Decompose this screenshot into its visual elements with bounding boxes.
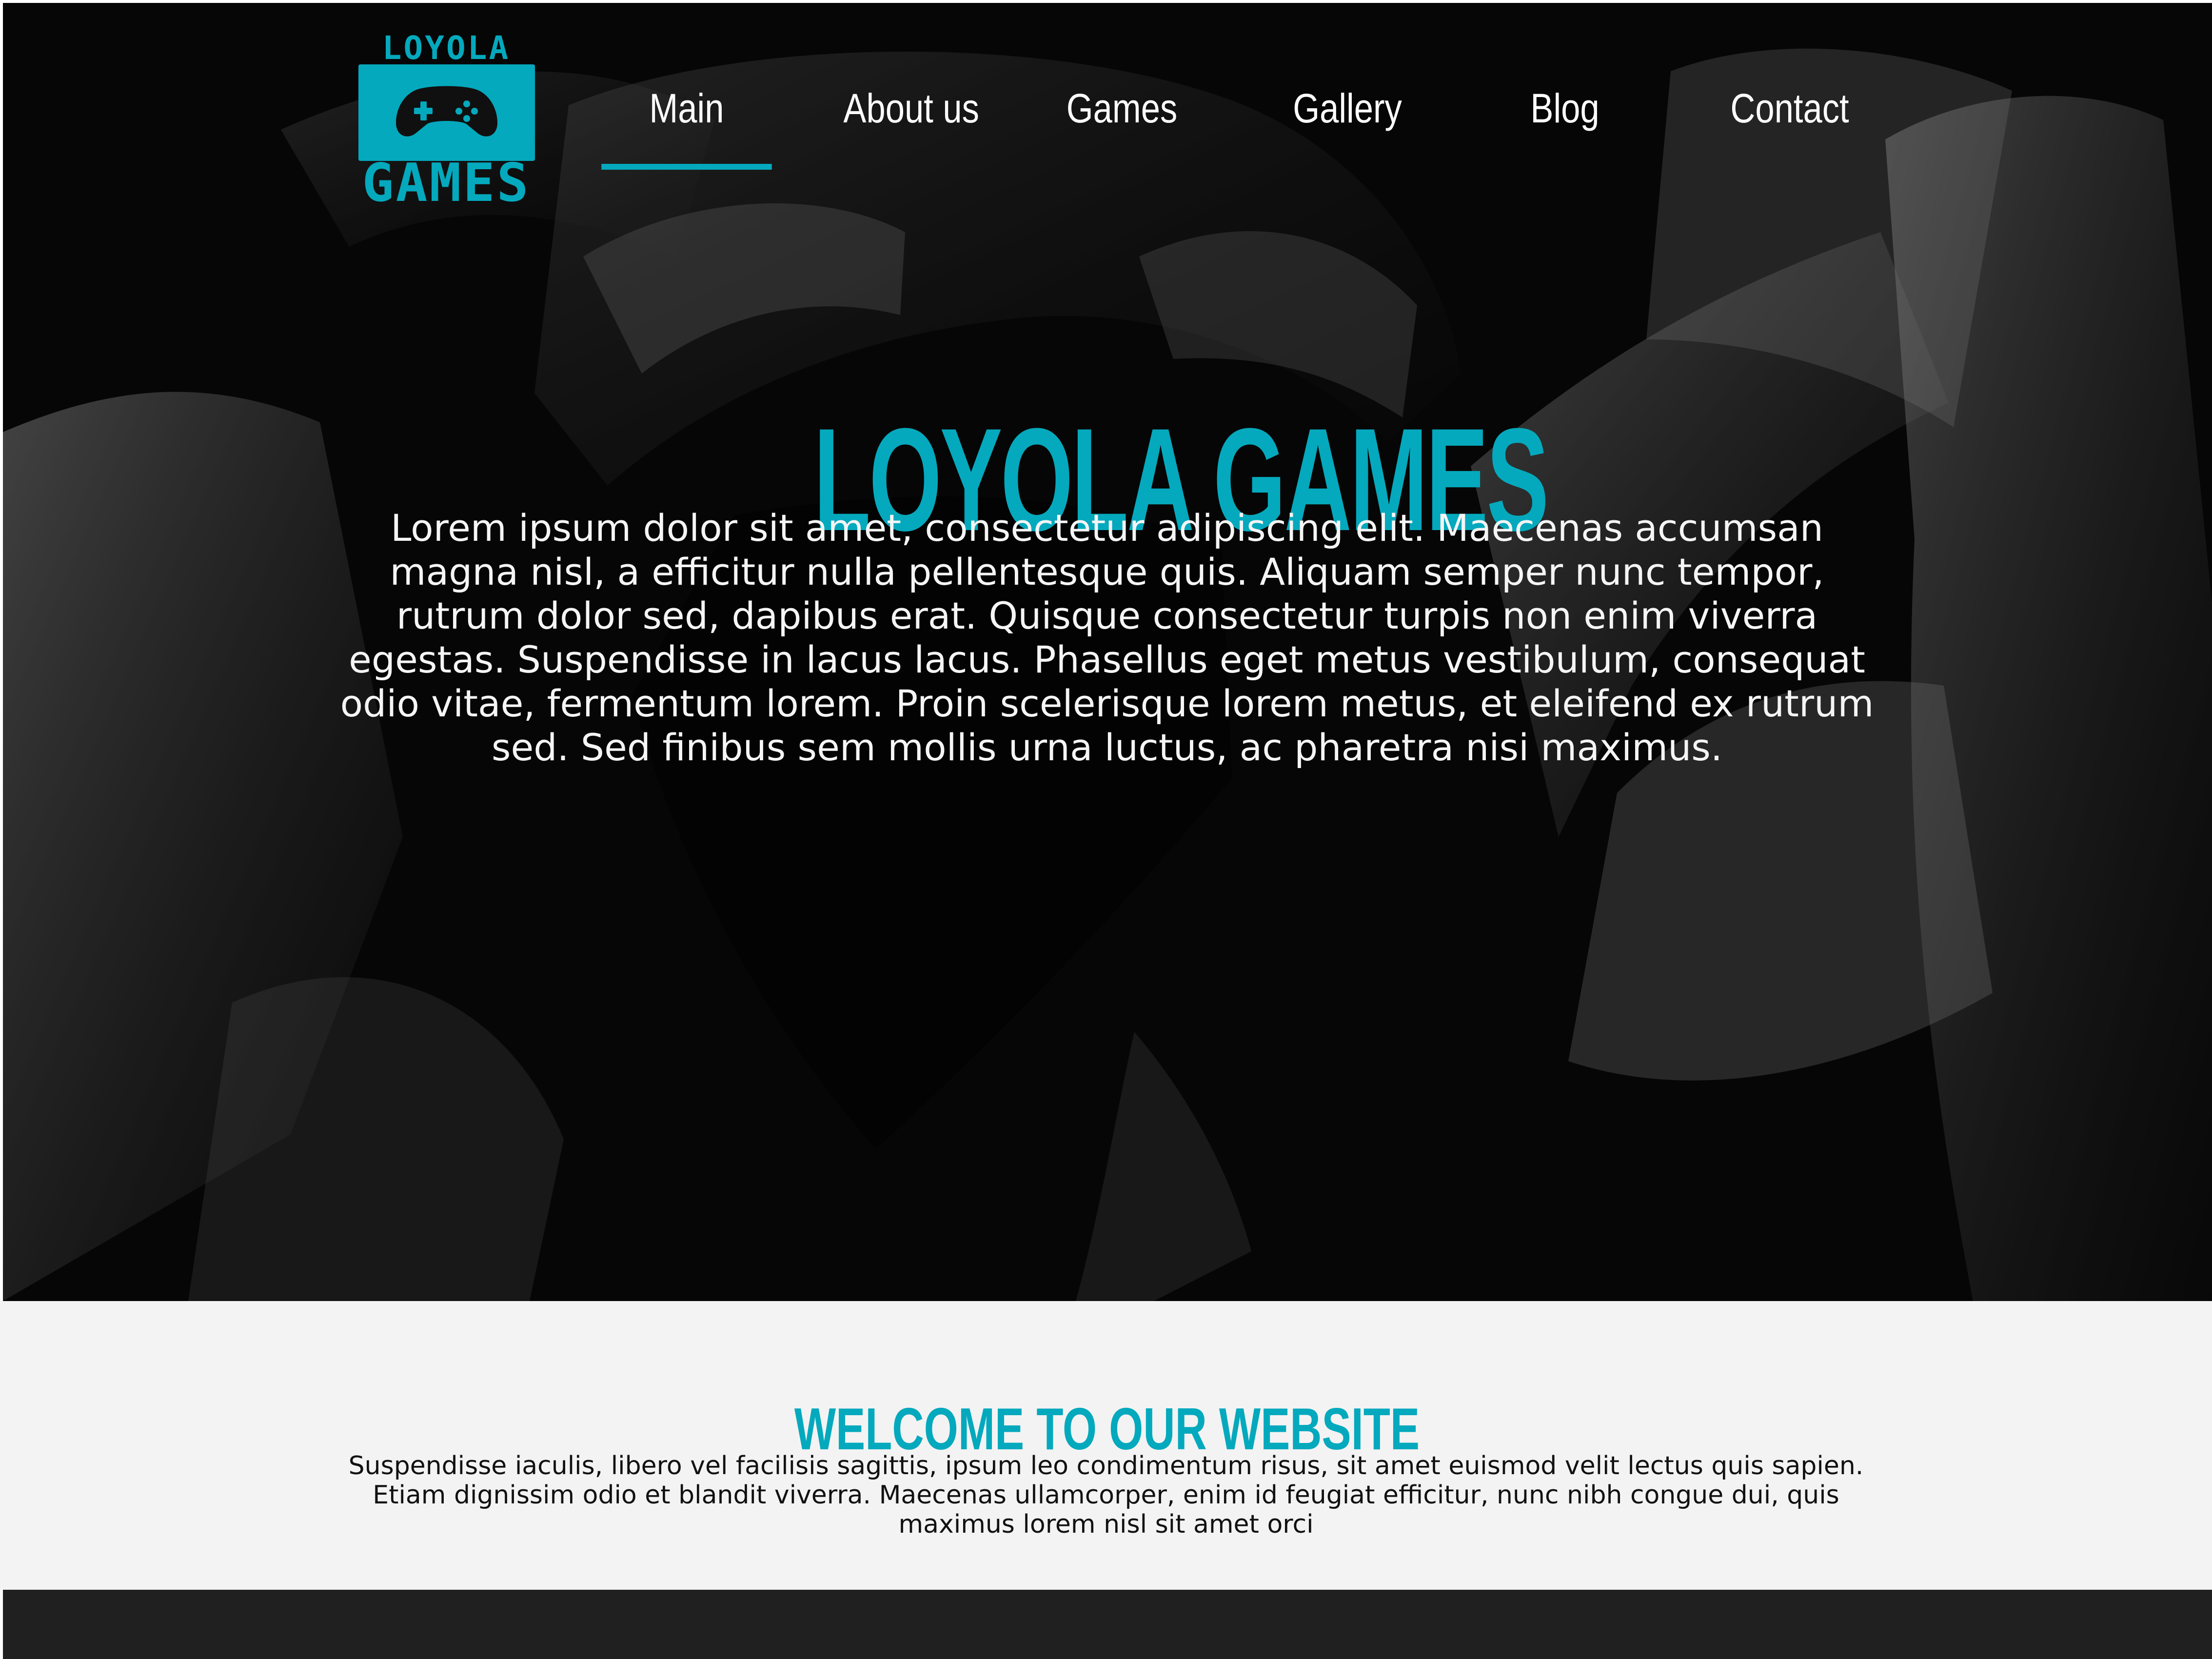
main-navigation: Main About us Games Gallery Blog Contact (589, 88, 1862, 176)
logo-bottom-text: GAMES (362, 153, 531, 214)
homepage: LOYOLA GAMES Main About us Games Gallery… (0, 0, 2212, 1659)
nav-main[interactable]: Main (601, 88, 772, 171)
hero-description: Lorem ipsum dolor sit amet, consectetur … (340, 506, 1874, 769)
game-controller-icon (396, 86, 497, 137)
nav-contact[interactable]: Contact (1724, 88, 1856, 171)
footer (3, 1590, 2212, 1659)
welcome-description: Suspendisse iaculis, libero vel facilisi… (348, 1451, 1864, 1539)
welcome-section: WELCOME TO OUR WEBSITE Suspendisse iacul… (0, 1301, 2212, 1590)
logo[interactable]: LOYOLA GAMES (336, 29, 556, 210)
nav-gallery[interactable]: Gallery (1286, 88, 1409, 171)
logo-box (358, 64, 535, 161)
nav-about-us[interactable]: About us (843, 88, 979, 171)
logo-top-text: LOYOLA (382, 29, 511, 67)
welcome-title: WELCOME TO OUR WEBSITE (794, 1396, 1420, 1462)
nav-games[interactable]: Games (1066, 88, 1177, 171)
nav-blog[interactable]: Blog (1518, 88, 1612, 171)
